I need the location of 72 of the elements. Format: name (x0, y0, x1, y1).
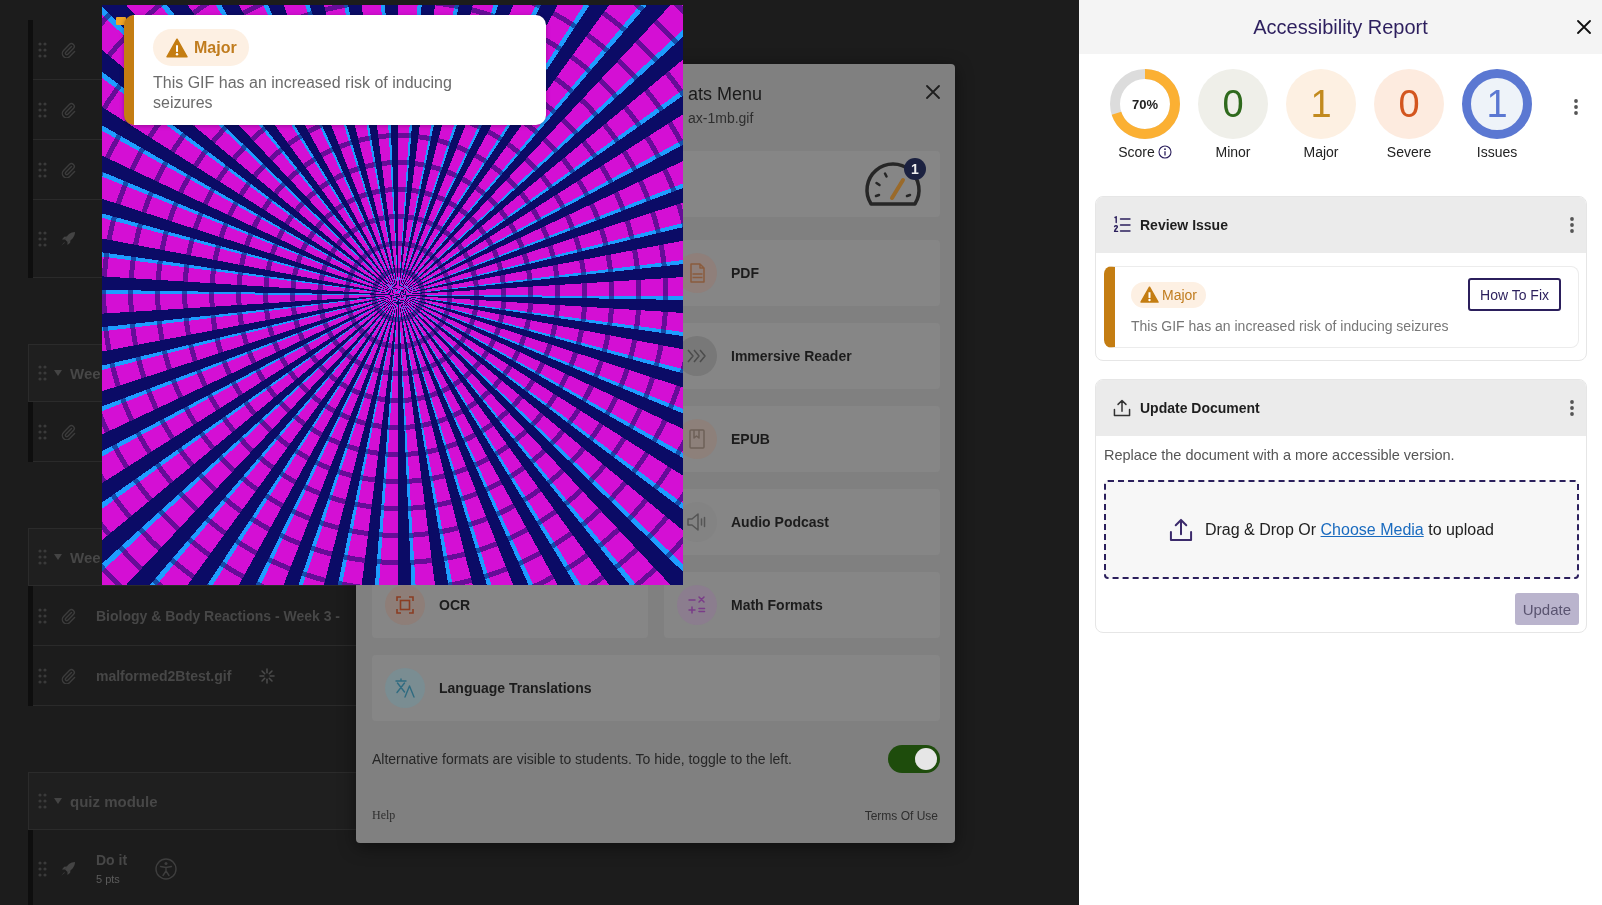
points-text: 5 pts (96, 873, 121, 885)
math-symbols-icon (677, 585, 717, 625)
card-title: Review Issue (1140, 217, 1229, 233)
drag-handle-icon[interactable] (38, 793, 47, 809)
translate-icon (385, 668, 425, 708)
issue-count: 0 (1374, 69, 1444, 139)
drop-zone[interactable]: Drag & Drop Or Choose Media to upload (1104, 480, 1579, 579)
issue-count: 1 (1462, 69, 1532, 139)
drag-handle-icon[interactable] (38, 161, 47, 178)
kebab-icon (1574, 99, 1578, 115)
issue-description: This GIF has an increased risk of inducing seizures (1131, 318, 1450, 334)
upload-icon (1168, 517, 1193, 542)
drag-handle-icon[interactable] (38, 230, 47, 247)
file-name: ax-1mb.gif (688, 109, 754, 128)
warning-icon (1140, 286, 1159, 303)
paperclip-icon (60, 41, 76, 58)
scan-icon (385, 585, 425, 625)
issue-description: This GIF has an increased risk of inducing seizures (153, 73, 453, 113)
drag-handle-icon[interactable] (38, 667, 47, 684)
paperclip-icon (60, 607, 76, 624)
drag-handle-icon[interactable] (38, 423, 47, 440)
terms-link[interactable]: Terms Of Use (864, 808, 938, 823)
card-title: Update Document (1140, 400, 1261, 416)
numbered-list-icon (1113, 216, 1131, 234)
drag-handle-icon[interactable] (38, 101, 47, 118)
gauge-icon (864, 160, 922, 208)
rocket-icon (60, 860, 76, 877)
choose-media-link[interactable]: Choose Media (1320, 520, 1424, 538)
paperclip-icon (60, 667, 76, 684)
how-to-fix-button[interactable]: How To Fix (1468, 278, 1561, 311)
kebab-icon (1570, 400, 1574, 416)
severity-text: Major (194, 38, 237, 57)
count-label: Issues (1476, 144, 1518, 160)
count-label: Severe (1386, 144, 1432, 160)
caret-icon[interactable] (54, 554, 62, 560)
drag-handle-icon[interactable] (38, 860, 47, 877)
format-option[interactable]: Language Translations (372, 655, 940, 721)
format-option[interactable]: Math Formats (664, 572, 940, 638)
count-label: Major (1303, 144, 1339, 160)
drag-handle-icon[interactable] (38, 607, 47, 624)
marker-icon (116, 17, 126, 25)
visibility-toggle[interactable] (888, 745, 940, 773)
visibility-note: Alternative formats are visible to students. To hide, toggle to the left. (372, 751, 792, 767)
issue-count-badge: 1 (904, 158, 926, 180)
issue-count: 0 (1198, 69, 1268, 139)
issue-count: 1 (1286, 69, 1356, 139)
close-icon (1577, 20, 1591, 34)
drag-handle-icon[interactable] (38, 365, 47, 381)
help-link[interactable]: Help (372, 808, 396, 823)
paperclip-icon (60, 161, 76, 178)
drag-handle-icon[interactable] (38, 549, 47, 565)
caret-icon[interactable] (54, 798, 62, 804)
warning-icon (166, 37, 188, 58)
upload-instruction: Drag & Drop Or Choose Media to upload (1204, 520, 1494, 539)
close-button[interactable] (1576, 19, 1592, 35)
count-label: Minor (1215, 144, 1251, 160)
score-label: Score (1118, 144, 1155, 160)
score-donut (1110, 69, 1180, 139)
info-icon[interactable] (1157, 145, 1172, 159)
score-value: 70% (1132, 96, 1158, 112)
paperclip-icon (60, 101, 76, 118)
report-title: Accessibility Report (1253, 15, 1428, 39)
caret-icon[interactable] (54, 370, 62, 376)
rocket-icon (60, 230, 76, 247)
upload-icon (1113, 399, 1131, 417)
paperclip-icon (60, 423, 76, 440)
severity-text: Major (1162, 286, 1197, 303)
modal-title: ats Menu (688, 83, 763, 106)
drag-handle-icon[interactable] (38, 41, 47, 58)
card-description: Replace the document with a more accessible version. (1104, 446, 1456, 465)
kebab-icon (1570, 217, 1574, 233)
close-icon (926, 85, 940, 99)
